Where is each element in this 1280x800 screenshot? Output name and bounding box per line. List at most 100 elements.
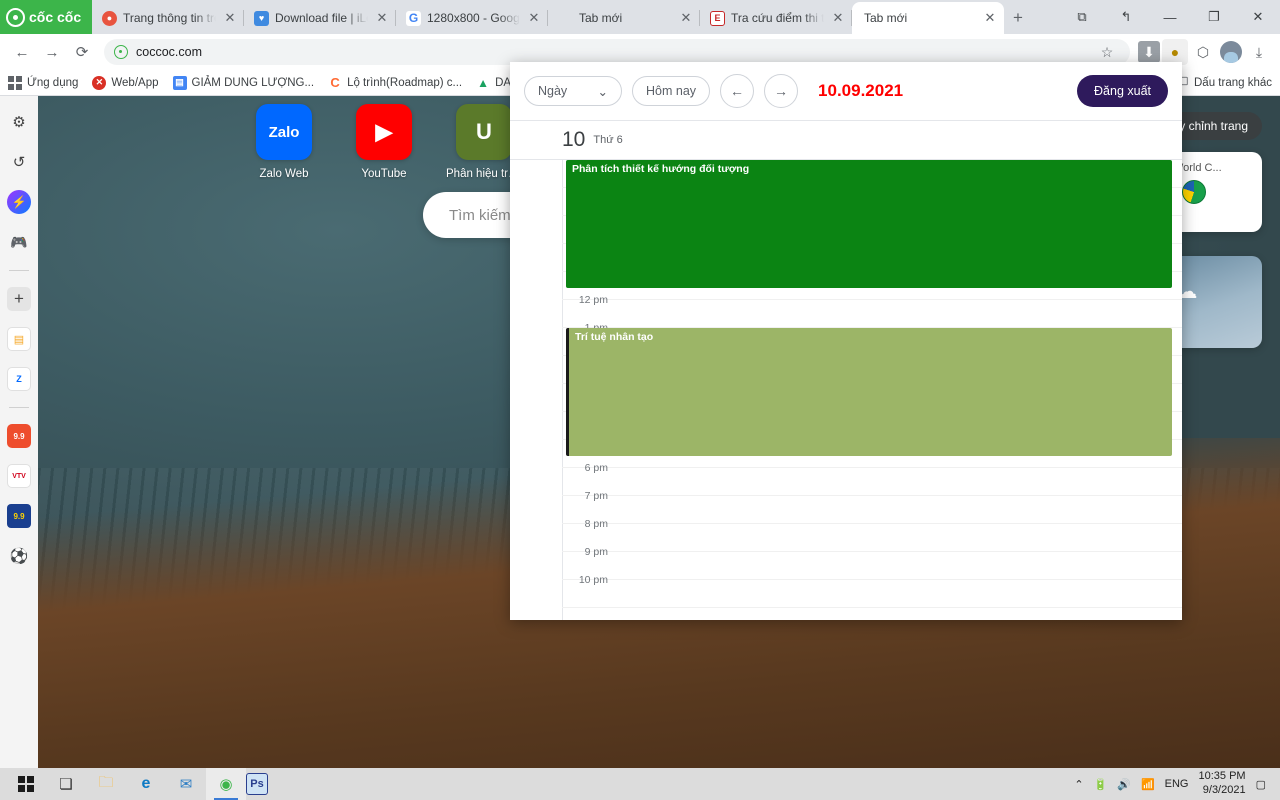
tab-2[interactable]: G 1280x800 - Google T ✕ [396, 2, 548, 34]
today-button[interactable]: Hôm nay [632, 76, 711, 106]
shortcut-youtube[interactable]: ▶ YouTube [348, 104, 420, 180]
shortcut-label: Zalo Web [259, 168, 309, 180]
task-view-button[interactable]: ❏ [46, 768, 86, 800]
time-label: 7 pm [584, 490, 608, 502]
sidebar-divider-2 [9, 407, 29, 408]
settings-icon[interactable]: ⚙ [7, 110, 31, 134]
time-slot: 6 pm [562, 462, 1182, 496]
messenger-icon[interactable]: ⚡ [7, 190, 31, 214]
time-label: 10 pm [578, 574, 608, 586]
calendar-event-1[interactable]: Trí tuệ nhân tạo [566, 328, 1172, 456]
reload-icon[interactable]: ⟳ [68, 38, 96, 66]
maximize-button[interactable]: ❐ [1192, 0, 1236, 34]
bookmark-webapp[interactable]: ✕ Web/App [92, 75, 159, 90]
close-icon[interactable]: ✕ [678, 10, 694, 26]
history-icon[interactable]: ↺ [7, 150, 31, 174]
mail-button[interactable]: ✉ [166, 768, 206, 800]
calendar-event-0[interactable]: Phân tích thiết kế hướng đối tượng [566, 160, 1172, 288]
url-text: coccoc.com [136, 45, 202, 59]
news-card-1[interactable]: Thanh niên tự ý tháo mái tôn trùm ban th… [570, 608, 828, 768]
tab-title: Tab mới [579, 11, 623, 25]
coccoc-button[interactable]: ◉ [206, 768, 246, 800]
tab-0[interactable]: ● Trang thông tin trên ✕ [92, 2, 244, 34]
ilovepdf-icon: ♥ [254, 10, 269, 26]
downloads-icon[interactable]: ⤓ [1246, 39, 1272, 65]
day-name: Thứ 6 [593, 134, 623, 146]
football-icon[interactable]: ⚽ [7, 544, 31, 568]
start-button[interactable] [6, 768, 46, 800]
close-icon[interactable]: ✕ [982, 10, 998, 26]
tab-search-icon[interactable]: ⧉ [1060, 0, 1104, 34]
news-headline: Thanh niên tự ý tháo mái tôn trùm ban th… [586, 623, 799, 702]
prev-arrow-icon[interactable]: ← [720, 74, 755, 108]
tab-5-active[interactable]: Tab mới ✕ [852, 2, 1004, 34]
time-label: 8 pm [584, 518, 608, 530]
chevron-down-icon: ⌄ [597, 84, 608, 99]
download-indicator-icon[interactable]: ⬇ [1138, 41, 1160, 63]
close-icon[interactable]: ✕ [830, 10, 846, 26]
edge-button[interactable]: e [126, 768, 166, 800]
gear-icon[interactable]: ⚙ [252, 626, 268, 646]
news-card-tools: ⚙ ⓘ [252, 626, 268, 682]
tiki-icon[interactable]: 9.9 [7, 504, 31, 528]
news-description: Cô gái ăn mặc mát mẻ vô cùng nhức mắt kh… [304, 691, 512, 741]
shortcut-label: YouTube [361, 168, 407, 180]
vtv-go-icon[interactable]: VTV [7, 464, 31, 488]
news-card-0[interactable]: Cô gái ăn mặc 'mát mẻ' gây phản cảm ra n… [288, 608, 546, 768]
language-indicator[interactable]: ENG [1165, 778, 1189, 790]
coccoc-brand-logo: cốc cốc [0, 0, 92, 34]
close-icon[interactable]: ✕ [526, 10, 542, 26]
new-tab-button[interactable]: + [1004, 4, 1032, 32]
scroll-down-button[interactable]: ⌄ [1204, 704, 1250, 750]
close-icon[interactable]: ✕ [374, 10, 390, 26]
view-mode-select[interactable]: Ngày ⌄ [524, 76, 622, 106]
bookmark-roadmap[interactable]: C Lộ trình(Roadmap) c... [328, 75, 463, 90]
news-description: Thấy trần nhà rung chuyển, cả gia đình p… [586, 711, 804, 744]
photoshop-button[interactable]: Ps [246, 773, 268, 795]
calendar-time-grid[interactable]: 7 am 8 am 9 am 10 am 11 am 12 pm 1 pm 2 … [510, 160, 1182, 620]
minimize-button[interactable]: — [1148, 0, 1192, 34]
tab-3[interactable]: Tab mới ✕ [548, 2, 700, 34]
university-tile-icon: U [456, 104, 512, 160]
restore-session-icon[interactable]: ↰ [1104, 0, 1148, 34]
logout-button[interactable]: Đăng xuất [1077, 75, 1168, 107]
time-label: 6 pm [584, 462, 608, 474]
next-arrow-icon[interactable]: → [764, 74, 799, 108]
shortcut-zalo[interactable]: Zalo Zalo Web [248, 104, 320, 180]
close-window-button[interactable]: ✕ [1236, 0, 1280, 34]
contacts-icon[interactable]: ▤ [7, 327, 31, 351]
windows-logo-icon [18, 776, 34, 792]
tab-1[interactable]: ♥ Download file | iLove ✕ [244, 2, 396, 34]
action-center-icon[interactable]: ▢ [1256, 778, 1266, 791]
coccoc-left-sidebar: ⚙ ↺ ⚡ 🎮 + ▤ Z 9.9 VTV 9.9 ⚽ [0, 96, 38, 768]
extensions-puzzle-icon[interactable]: ⬡ [1190, 39, 1216, 65]
bookmark-label: Lộ trình(Roadmap) c... [347, 76, 463, 89]
news-cards-row: Cô gái ăn mặc 'mát mẻ' gây phản cảm ra n… [288, 608, 1110, 768]
zalo-icon[interactable]: Z [7, 367, 31, 391]
tab-title: Tab mới [864, 11, 908, 25]
avatar[interactable] [1218, 39, 1244, 65]
tab-4[interactable]: E Tra cứu điểm thi tốt n ✕ [700, 2, 852, 34]
forward-icon[interactable]: → [38, 38, 66, 66]
add-icon[interactable]: + [7, 287, 31, 311]
news-headline: Trọng tài Việt Nam nhận hỗ trợ VAR từ Sa… [868, 623, 1069, 661]
file-explorer-button[interactable]: 🗀 [86, 768, 126, 800]
clock[interactable]: 10:35 PM 9/3/2021 [1199, 770, 1246, 798]
news-card-2[interactable]: Trọng tài Việt Nam nhận hỗ trợ VAR từ Sa… [852, 608, 1110, 768]
event-title: Trí tuệ nhân tạo [575, 331, 654, 343]
games-icon[interactable]: 🎮 [7, 230, 31, 254]
volume-icon[interactable]: 🔊 [1117, 778, 1131, 791]
info-icon[interactable]: ⓘ [252, 658, 268, 682]
tab-title: Tra cứu điểm thi tốt n [731, 11, 824, 25]
bookmark-other-folder[interactable]: 🗀 Dấu trang khác [1175, 74, 1272, 90]
back-icon[interactable]: ← [8, 38, 36, 66]
tray-chevron-icon[interactable]: ⌃ [1074, 778, 1083, 791]
wifi-icon[interactable]: 📶 [1141, 778, 1155, 791]
bookmark-apps[interactable]: Ứng dụng [8, 75, 78, 90]
exam-icon: E [710, 10, 725, 26]
current-date-label: 10.09.2021 [818, 81, 904, 100]
close-icon[interactable]: ✕ [222, 10, 238, 26]
shopee-icon[interactable]: 9.9 [7, 424, 31, 448]
battery-icon[interactable]: 🔋 [1094, 778, 1108, 791]
bookmark-giam-dung-luong[interactable]: ▤ GIẢM DUNG LƯỢNG... [172, 75, 314, 90]
